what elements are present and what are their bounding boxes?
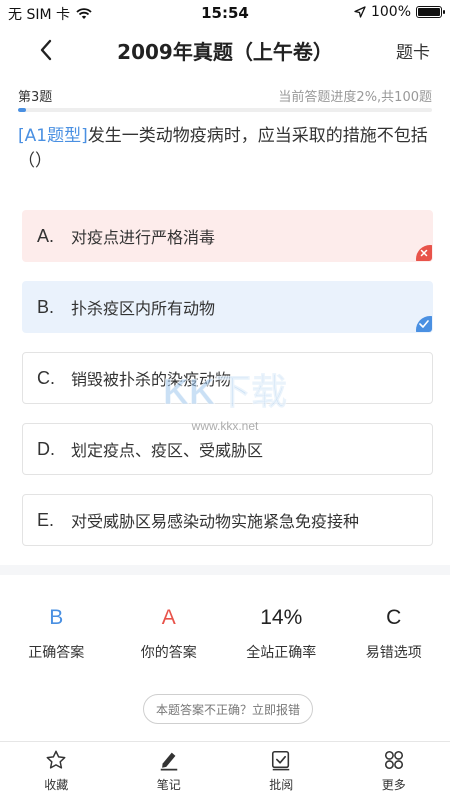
option-text: 扑杀疫区内所有动物: [71, 299, 216, 318]
bottom-toolbar: 收藏 笔记 批阅 更多: [0, 741, 450, 800]
battery-icon: [416, 6, 445, 18]
progress-text: 当前答题进度2%,共100题: [278, 90, 432, 105]
tab-favorite[interactable]: 收藏: [0, 742, 113, 800]
option-letter: A.: [37, 225, 55, 246]
stat-your-answer: A 你的答案: [113, 606, 226, 666]
battery-percent: 100%: [370, 4, 411, 20]
cross-icon: [418, 247, 430, 259]
question-type-tag: [A1题型]: [18, 126, 88, 146]
stat-value: B: [49, 606, 64, 629]
option-text: 对疫点进行严格消毒: [71, 228, 216, 247]
page-title: 2009年真题（上午卷）: [117, 40, 333, 64]
tab-label: 批阅: [269, 778, 294, 792]
stat-label: 全站正确率: [246, 645, 317, 661]
option-a[interactable]: A. 对疫点进行严格消毒: [22, 210, 433, 262]
stat-correct-answer: B 正确答案: [0, 606, 113, 666]
stat-label: 易错选项: [365, 645, 422, 661]
stat-label: 正确答案: [28, 645, 85, 661]
check-box-icon: [269, 748, 293, 772]
question-number: 第3题: [18, 90, 53, 105]
nav-bar: 2009年真题（上午卷） 题卡: [0, 26, 450, 74]
tab-review[interactable]: 批阅: [225, 742, 338, 800]
progress-fill: [18, 108, 27, 112]
pen-icon: [157, 748, 181, 772]
battery-fill: [418, 8, 440, 16]
stat-accuracy: 14% 全站正确率: [225, 606, 338, 666]
option-c[interactable]: C. 销毁被扑杀的染疫动物: [22, 352, 433, 404]
stat-value: C: [386, 606, 402, 629]
star-icon: [44, 748, 68, 772]
tab-notes[interactable]: 笔记: [113, 742, 226, 800]
status-bar: 无 SIM 卡 15:54 100%: [0, 0, 450, 26]
tab-label: 收藏: [44, 778, 69, 792]
stat-value: A: [161, 606, 176, 629]
stat-value: 14%: [260, 606, 303, 629]
option-b[interactable]: B. 扑杀疫区内所有动物: [22, 281, 433, 333]
tab-more[interactable]: 更多: [338, 742, 450, 800]
stat-label: 你的答案: [140, 645, 197, 661]
option-d[interactable]: D. 划定疫点、疫区、受威胁区: [22, 423, 433, 475]
section-divider: [0, 565, 450, 575]
option-text: 对受威胁区易感染动物实施紧急免疫接种: [71, 512, 360, 531]
tab-label: 更多: [381, 778, 406, 792]
stat-common-mistake: C 易错选项: [338, 606, 450, 666]
option-letter: B.: [37, 296, 55, 317]
answer-stats: B 正确答案 A 你的答案 14% 全站正确率 C 易错选项: [0, 606, 450, 666]
progress-bar: [18, 108, 432, 112]
option-letter: C.: [37, 367, 55, 388]
option-letter: E.: [37, 509, 55, 530]
status-right: 100%: [354, 4, 445, 20]
progress-row: 第3题 当前答题进度2%,共100题: [18, 86, 432, 105]
option-text: 划定疫点、疫区、受威胁区: [71, 441, 264, 460]
question-text: [A1题型]发生一类动物疫病时，应当采取的措施不包括（）: [18, 124, 428, 174]
answer-card-button[interactable]: 题卡: [396, 38, 430, 63]
tab-label: 笔记: [156, 778, 181, 792]
location-arrow-icon: [354, 6, 366, 18]
report-error-button[interactable]: 本题答案不正确？立即报错: [143, 694, 313, 724]
check-icon: [418, 318, 430, 330]
option-letter: D.: [37, 438, 55, 459]
option-text: 销毁被扑杀的染疫动物: [71, 370, 232, 389]
option-e[interactable]: E. 对受威胁区易感染动物实施紧急免疫接种: [22, 494, 433, 546]
grid-icon: [382, 748, 406, 772]
